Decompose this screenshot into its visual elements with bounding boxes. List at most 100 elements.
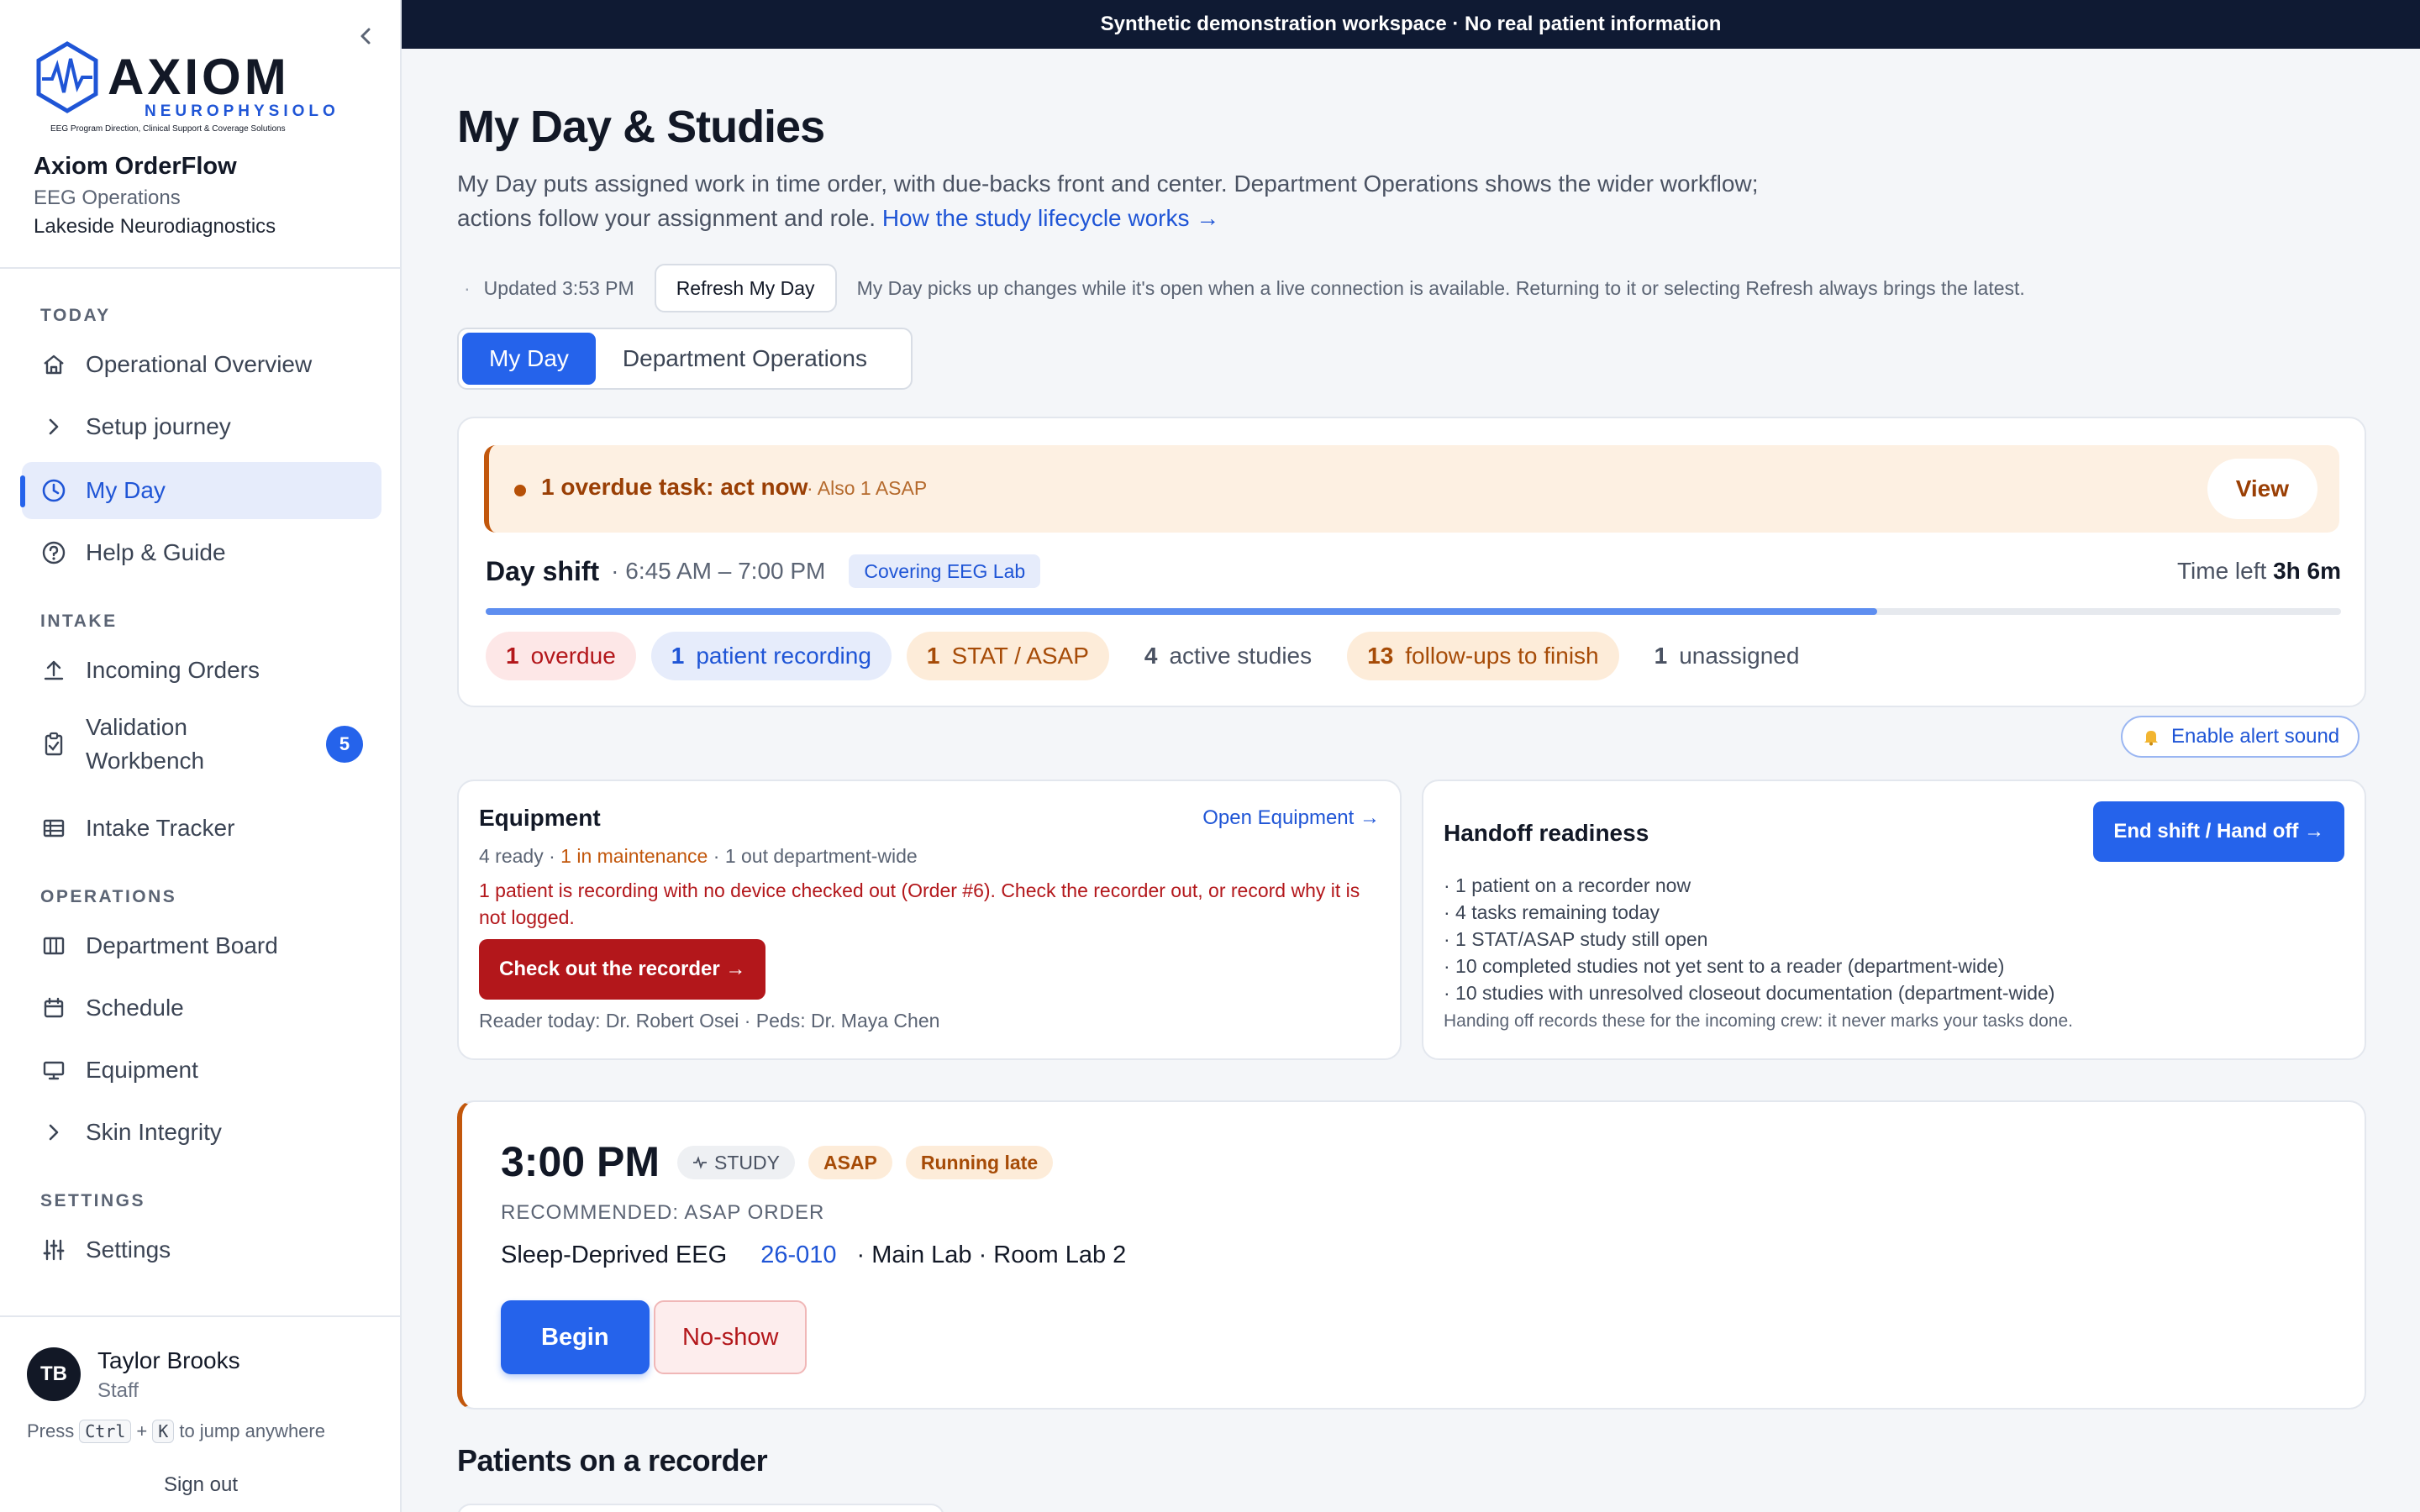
pill-patient-recording[interactable]: 1 patient recording xyxy=(650,632,892,680)
board-columns-icon xyxy=(43,937,65,955)
alert-dot-icon xyxy=(514,485,526,496)
shift-hours: · 6:45 AM – 7:00 PM xyxy=(611,558,826,584)
tab-my-day[interactable]: My Day xyxy=(462,333,596,385)
study-details: Sleep-Deprived EEG 26-010 · Main Lab · R… xyxy=(501,1242,1126,1269)
pill-count: 1 xyxy=(671,643,685,669)
list-item: · 1 STAT/ASAP study still open xyxy=(1444,928,1708,950)
overdue-alert: 1 overdue task: act now · Also 1 ASAP Vi… xyxy=(484,445,2339,533)
avatar[interactable]: TB xyxy=(27,1347,81,1401)
sidebar-item-schedule[interactable]: Schedule xyxy=(22,979,381,1037)
pill-label: overdue xyxy=(530,643,616,669)
page-description: My Day puts assigned work in time order,… xyxy=(457,166,1768,235)
patients-on-recorder-heading: Patients on a recorder xyxy=(457,1443,768,1478)
sidebar-footer: TB Taylor Brooks Staff Press Ctrl + K to… xyxy=(0,1315,402,1512)
shift-progress-fill xyxy=(486,608,1877,615)
sidebar-item-label: Operational Overview xyxy=(86,351,313,377)
sign-out-link[interactable]: Sign out xyxy=(0,1473,402,1497)
sidebar-item-validation-workbench[interactable]: Validation Workbench 5 xyxy=(22,707,381,781)
sidebar-item-operational-overview[interactable]: Operational Overview xyxy=(22,336,381,393)
logo-tagline: EEG Program Direction, Clinical Support … xyxy=(50,124,286,134)
sidebar-item-label: Skin Integrity xyxy=(86,1119,222,1145)
pill-unassigned[interactable]: 1 unassigned xyxy=(1634,632,1820,680)
begin-button[interactable]: Begin xyxy=(501,1300,650,1374)
study-card: 3:00 PM STUDY ASAP Running late RECOMMEN… xyxy=(457,1100,2366,1410)
sidebar-item-label: Department Board xyxy=(86,932,278,958)
order-number-link[interactable]: 26-010 xyxy=(760,1242,836,1269)
view-overdue-button[interactable]: View xyxy=(2207,459,2317,519)
priority-tag: ASAP xyxy=(808,1146,892,1179)
section-intake: INTAKE xyxy=(40,612,118,631)
enable-alert-sound-button[interactable]: Enable alert sound xyxy=(2121,716,2360,758)
sidebar-item-label: Intake Tracker xyxy=(86,815,235,841)
bell-icon xyxy=(2144,731,2158,746)
sidebar-item-settings[interactable]: Settings xyxy=(22,1221,381,1278)
sidebar-header: AXIOM NEUROPHYSIOLOGY EEG Program Direct… xyxy=(0,0,400,269)
pill-follow-ups[interactable]: 13 follow-ups to finish xyxy=(1347,632,1619,680)
hint-text: to jump anywhere xyxy=(179,1420,325,1441)
pill-count: 4 xyxy=(1144,643,1158,669)
section-today: TODAY xyxy=(40,306,111,325)
pill-stat-asap[interactable]: 1 STAT / ASAP xyxy=(906,632,1109,680)
tab-department-operations[interactable]: Department Operations xyxy=(596,333,894,385)
sidebar-item-intake-tracker[interactable]: Intake Tracker xyxy=(22,800,381,857)
view-toggle: My Day Department Operations xyxy=(457,328,913,390)
pill-label: STAT / ASAP xyxy=(951,643,1089,669)
refresh-button[interactable]: Refresh My Day xyxy=(654,264,837,312)
end-shift-button[interactable]: End shift / Hand off → xyxy=(2093,801,2344,862)
kbd-k: K xyxy=(152,1420,175,1443)
sidebar-item-help-guide[interactable]: Help & Guide xyxy=(22,524,381,581)
sidebar-item-label: Equipment xyxy=(86,1057,198,1083)
sidebar-item-label: Setup journey xyxy=(86,413,231,439)
logo-subtitle: NEUROPHYSIOLOGY xyxy=(145,102,336,120)
study-type-label: STUDY xyxy=(714,1151,780,1173)
page-title: My Day & Studies xyxy=(457,102,825,152)
command-palette-hint: Press Ctrl + K to jump anywhere xyxy=(27,1420,325,1443)
activity-icon xyxy=(693,1156,707,1169)
sidebar-item-label: Schedule xyxy=(86,995,184,1021)
demo-banner: Synthetic demonstration workspace · No r… xyxy=(402,0,2420,49)
sidebar-item-setup-journey[interactable]: Setup journey xyxy=(22,398,381,455)
kbd-ctrl: Ctrl xyxy=(79,1420,132,1443)
time-left-value: 3h 6m xyxy=(2273,558,2341,584)
shift-row: Day shift · 6:45 AM – 7:00 PM Covering E… xyxy=(486,553,2341,590)
upload-icon xyxy=(44,660,64,680)
sidebar-item-skin-integrity[interactable]: Skin Integrity xyxy=(22,1104,381,1161)
pill-active-studies[interactable]: 4 active studies xyxy=(1124,632,1332,680)
study-time: 3:00 PM xyxy=(501,1138,660,1185)
status-dot-icon: · xyxy=(464,276,471,299)
covering-badge: Covering EEG Lab xyxy=(849,554,1041,588)
axiom-logo: AXIOM NEUROPHYSIOLOGY EEG Program Direct… xyxy=(36,41,336,134)
collapse-sidebar-icon[interactable] xyxy=(353,24,378,49)
calendar-icon xyxy=(44,997,64,1018)
check-out-recorder-button[interactable]: Check out the recorder → xyxy=(479,939,766,1000)
open-equipment-link[interactable]: Open Equipment → xyxy=(1202,806,1380,830)
sidebar-item-my-day[interactable]: My Day xyxy=(20,462,381,519)
recorder-card-peek xyxy=(457,1504,944,1512)
no-show-button[interactable]: No-show xyxy=(654,1300,808,1374)
running-late-tag: Running late xyxy=(905,1146,1054,1179)
readers-today: Reader today: Dr. Robert Osei · Peds: Dr… xyxy=(479,1010,940,1032)
pill-overdue[interactable]: 1 overdue xyxy=(486,632,636,680)
hint-plus: + xyxy=(136,1420,148,1441)
sidebar-item-equipment[interactable]: Equipment xyxy=(22,1042,381,1099)
user-name: Taylor Brooks xyxy=(97,1347,240,1373)
sidebar-item-incoming-orders[interactable]: Incoming Orders xyxy=(22,642,381,699)
sidebar-item-department-board[interactable]: Department Board xyxy=(22,917,381,974)
study-type-tag: STUDY xyxy=(677,1146,795,1179)
pill-count: 1 xyxy=(926,643,940,669)
lifecycle-link[interactable]: How the study lifecycle works → xyxy=(882,205,1219,231)
chevron-right-icon xyxy=(49,1124,59,1141)
list-item: · 10 completed studies not yet sent to a… xyxy=(1444,955,2005,977)
user-role: Staff xyxy=(97,1379,139,1402)
sidebar-item-label: My Day xyxy=(86,477,166,503)
overdue-alert-subtitle: · Also 1 ASAP xyxy=(807,477,928,499)
study-name: Sleep-Deprived EEG xyxy=(501,1242,728,1268)
sidebar-item-label-group: Validation Workbench xyxy=(86,711,204,778)
shift-name: Day shift xyxy=(486,555,600,586)
updated-time: Updated 3:53 PM xyxy=(483,276,634,299)
list-item: · 4 tasks remaining today xyxy=(1444,901,1660,923)
equipment-title: Equipment xyxy=(479,805,601,831)
pill-label: patient recording xyxy=(696,643,871,669)
chevron-right-icon xyxy=(49,418,59,435)
clock-icon xyxy=(42,479,66,502)
